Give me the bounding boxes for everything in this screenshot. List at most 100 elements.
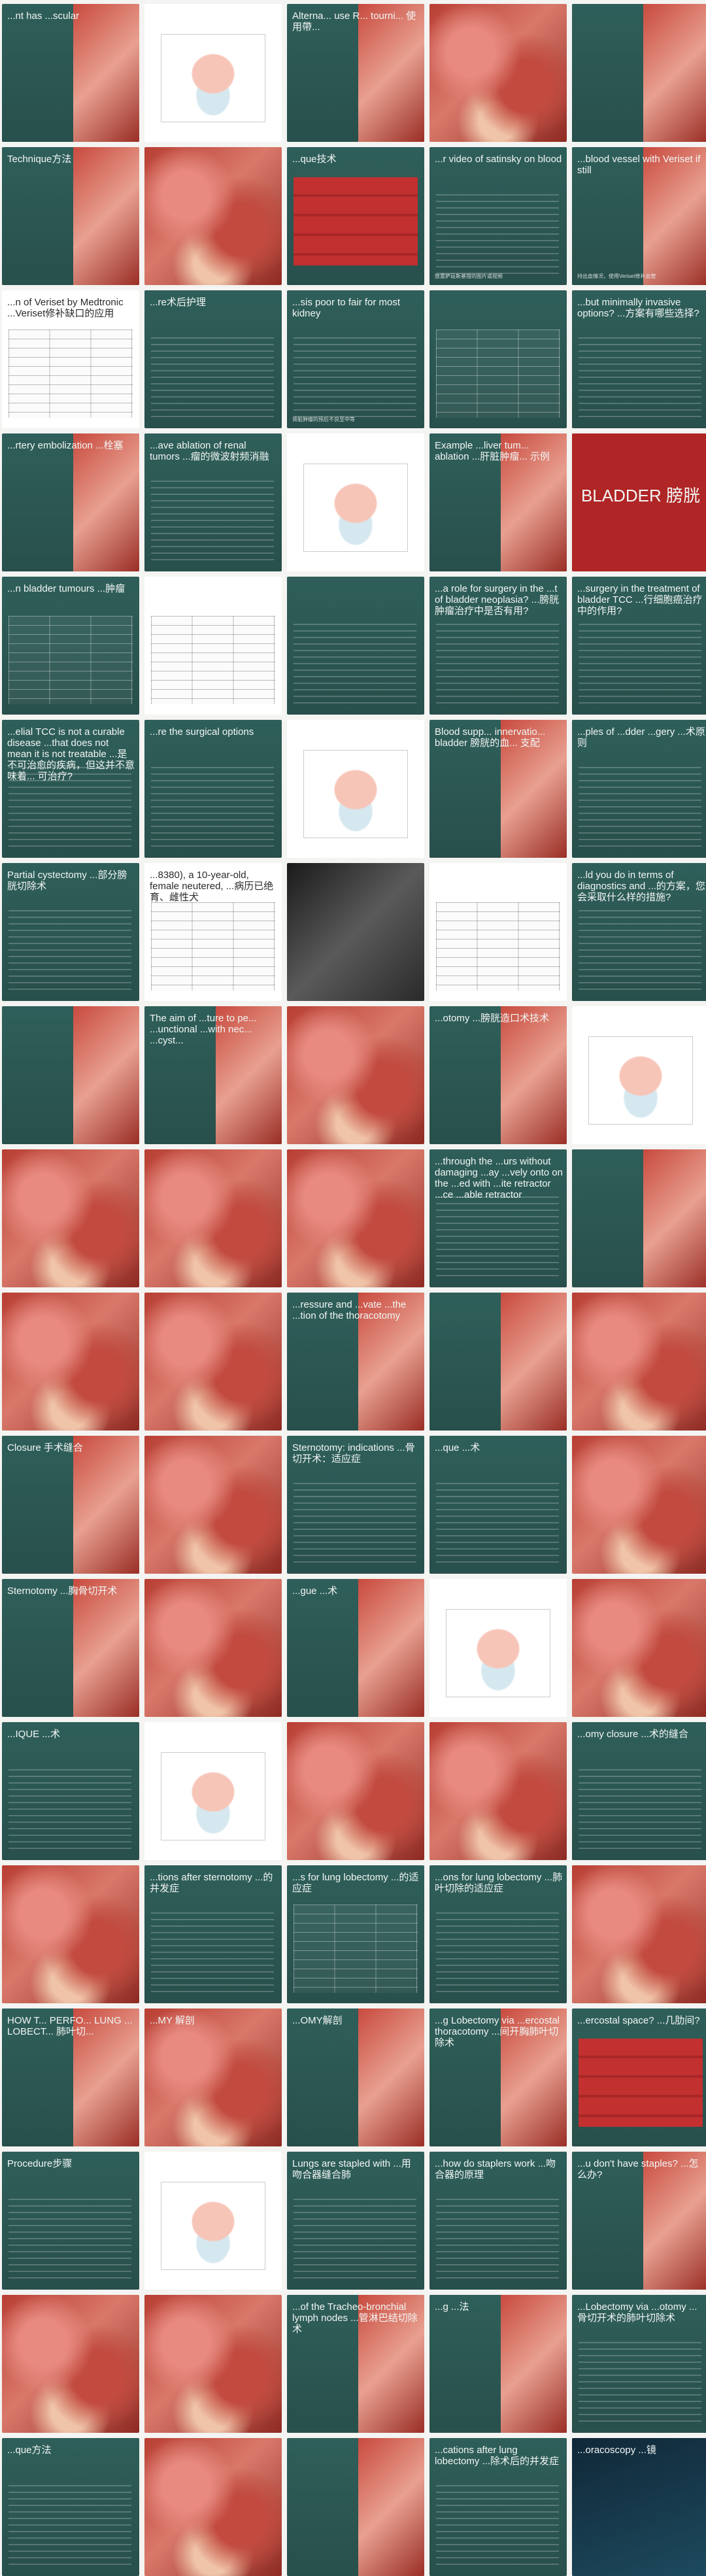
slide-thumbnail[interactable]: Procedure步骤 <box>2 2152 139 2290</box>
slide-thumbnail[interactable]: Sternotomy ...胸骨切开术 <box>2 1579 139 1717</box>
slide-thumbnail[interactable] <box>572 4 706 142</box>
slide-thumbnail[interactable]: ...but minimally invasive options? ...方案… <box>572 290 706 428</box>
slide-thumbnail[interactable]: ...que技术 <box>287 147 424 285</box>
slide-thumbnail[interactable]: ...MY 解剖 <box>144 2008 282 2146</box>
slide-diagram <box>303 750 408 839</box>
slide-thumbnail[interactable] <box>2 1293 139 1431</box>
slide-thumbnail[interactable] <box>144 2295 282 2433</box>
slide-thumbnail[interactable]: ...8380), a 10-year-old, female neutered… <box>144 863 282 1001</box>
slide-thumbnail[interactable] <box>429 4 567 142</box>
slide-thumbnail[interactable]: BLADDER 膀胱 <box>572 433 706 571</box>
slide-thumbnail[interactable]: ...r video of satinsky on blood 放置萨廷斯基钳的图… <box>429 147 567 285</box>
slide-thumbnail[interactable] <box>2 1006 139 1144</box>
slide-thumbnail[interactable]: ...ples of ...dder ...gery ...术原则 <box>572 720 706 858</box>
slide-thumbnail[interactable] <box>144 1579 282 1717</box>
slide-bullet-text <box>294 337 416 419</box>
slide-thumbnail[interactable]: Example ...liver tum... ablation ...肝脏肿瘤… <box>429 433 567 571</box>
slide-thumbnail[interactable] <box>572 1436 706 1574</box>
slide-thumbnail[interactable]: ...ons for lung lobectomy ...肺叶切除的适应症 <box>429 1865 567 2003</box>
slide-thumbnail[interactable]: ...OMY解剖 <box>287 2008 424 2146</box>
slide-thumbnail[interactable] <box>287 1722 424 1860</box>
slide-thumbnail[interactable]: ...sis poor to fair for most kidney 肾脏肿瘤的… <box>287 290 424 428</box>
slide-bullet-text <box>8 910 131 992</box>
slide-thumbnail[interactable] <box>2 2295 139 2433</box>
slide-thumbnail[interactable]: ...IQUE ...术 <box>2 1722 139 1860</box>
slide-thumbnail[interactable]: Sternotomy: indications ...骨切开术：适应症 <box>287 1436 424 1574</box>
slide-thumbnail[interactable]: ...blood vessel with Veriset if still 持出血… <box>572 147 706 285</box>
slide-thumbnail[interactable]: The aim of ...ture to pe... ...unctional… <box>144 1006 282 1144</box>
slide-thumbnail[interactable] <box>429 1579 567 1717</box>
slide-thumbnail[interactable]: ...gue ...术 <box>287 1579 424 1717</box>
slide-thumbnail[interactable] <box>572 1579 706 1717</box>
slide-thumbnail[interactable]: ...g Lobectomy via ...ercostal thoracoto… <box>429 2008 567 2146</box>
slide-thumbnail[interactable]: ...que ...术 <box>429 1436 567 1574</box>
slide-thumbnail[interactable] <box>287 577 424 715</box>
slide-thumbnail[interactable] <box>144 147 282 285</box>
slide-thumbnail[interactable] <box>287 1006 424 1144</box>
slide-thumbnail[interactable]: ...que方法 <box>2 2438 139 2576</box>
slide-thumbnail[interactable] <box>144 1293 282 1431</box>
slide-thumbnail[interactable] <box>287 863 424 1001</box>
slide-thumbnail[interactable] <box>144 1722 282 1860</box>
slide-thumbnail[interactable]: ...elial TCC is not a curable disease ..… <box>2 720 139 858</box>
slide-thumbnail[interactable] <box>144 1149 282 1287</box>
slide-thumbnail[interactable]: ...Lobectomy via ...otomy ...骨切开术的肺叶切除术 <box>572 2295 706 2433</box>
slide-thumbnail[interactable]: Alterna... use R... tourni... 使用帶... <box>287 4 424 142</box>
slide-thumbnail[interactable] <box>429 290 567 428</box>
slide-thumbnail[interactable]: ...surgery in the treatment of bladder T… <box>572 577 706 715</box>
slide-thumbnail[interactable]: ...ressure and ...vate ...the ...tion of… <box>287 1293 424 1431</box>
slide-thumbnail[interactable] <box>144 4 282 142</box>
slide-thumbnail[interactable]: ...nt has ...scular <box>2 4 139 142</box>
slide-title: ...sis poor to fair for most kidney <box>292 297 401 319</box>
slide-thumbnail[interactable] <box>287 2438 424 2576</box>
slide-thumbnail[interactable]: ...tions after sternotomy ...的并发症 <box>144 1865 282 2003</box>
slide-thumbnail[interactable] <box>144 2438 282 2576</box>
slide-thumbnail[interactable] <box>144 2152 282 2290</box>
slide-thumbnail[interactable] <box>429 1722 567 1860</box>
slide-thumbnail[interactable] <box>572 1149 706 1287</box>
slide-thumbnail[interactable] <box>144 577 282 715</box>
slide-thumbnail[interactable] <box>572 1293 706 1431</box>
slide-title: ...of the Tracheo-bronchial lymph nodes … <box>292 2301 418 2335</box>
slide-thumbnail[interactable]: ...through the ...urs without damaging .… <box>429 1149 567 1287</box>
slide-thumbnail[interactable]: ...n of Veriset by Medtronic ...Veriset修… <box>2 290 139 428</box>
slide-thumbnail[interactable]: ...s for lung lobectomy ...的适应症 <box>287 1865 424 2003</box>
slide-thumbnail[interactable]: Blood supp... innervatio... bladder 膀胱的血… <box>429 720 567 858</box>
slide-thumbnail[interactable]: ...cations after lung lobectomy ...除术后的并… <box>429 2438 567 2576</box>
slide-thumbnail-grid: ...nt has ...scular Alterna... use R... t… <box>0 0 706 2576</box>
slide-thumbnail[interactable]: ...re术后护理 <box>144 290 282 428</box>
slide-thumbnail[interactable]: Technique方法 <box>2 147 139 285</box>
slide-thumbnail[interactable]: ...re the surgical options <box>144 720 282 858</box>
slide-thumbnail[interactable]: ...of the Tracheo-bronchial lymph nodes … <box>287 2295 424 2433</box>
slide-title: Alterna... use R... tourni... 使用帶... <box>292 10 416 33</box>
slide-thumbnail[interactable] <box>287 1149 424 1287</box>
slide-thumbnail[interactable]: ...rtery embolization ...栓塞 <box>2 433 139 571</box>
slide-thumbnail[interactable]: Lungs are stapled with ...用吻合器缝合肺 <box>287 2152 424 2290</box>
slide-thumbnail[interactable] <box>2 1865 139 2003</box>
slide-thumbnail[interactable] <box>287 433 424 571</box>
slide-thumbnail[interactable]: ...oracoscopy ...镜 <box>572 2438 706 2576</box>
slide-thumbnail[interactable] <box>287 720 424 858</box>
slide-thumbnail[interactable]: ...otomy ...膀胱造口术技术 <box>429 1006 567 1144</box>
slide-thumbnail[interactable]: ...how do staplers work ...吻合器的原理 <box>429 2152 567 2290</box>
slide-thumbnail[interactable]: HOW T... PERFO... LUNG ... LOBECT... 肺叶切… <box>2 2008 139 2146</box>
slide-thumbnail[interactable] <box>572 1006 706 1144</box>
slide-thumbnail[interactable] <box>572 1865 706 2003</box>
slide-thumbnail[interactable] <box>144 1436 282 1574</box>
slide-thumbnail[interactable]: ...n bladder tumours ...肿瘤 <box>2 577 139 715</box>
slide-thumbnail[interactable] <box>429 863 567 1001</box>
slide-thumbnail[interactable]: ...a role for surgery in the ...t of bla… <box>429 577 567 715</box>
slide-thumbnail[interactable]: ...ave ablation of renal tumors ...瘤的微波射… <box>144 433 282 571</box>
slide-thumbnail[interactable] <box>429 1293 567 1431</box>
slide-thumbnail[interactable] <box>2 1149 139 1287</box>
slide-thumbnail[interactable]: ...ld you do in terms of diagnostics and… <box>572 863 706 1001</box>
slide-title: Sternotomy ...胸骨切开术 <box>7 1585 118 1597</box>
slide-thumbnail[interactable]: Closure 手术缝合 <box>2 1436 139 1574</box>
slide-thumbnail[interactable]: Partial cystectomy ...部分膀胱切除术 <box>2 863 139 1001</box>
slide-thumbnail[interactable]: ...u don't have staples? ...怎么办? <box>572 2152 706 2290</box>
slide-thumbnail[interactable]: ...omy closure ...术的缝合 <box>572 1722 706 1860</box>
slide-thumbnail[interactable]: ...ercostal space? ...几肋间? <box>572 2008 706 2146</box>
slide-title: ...n of Veriset by Medtronic ...Veriset修… <box>7 297 124 319</box>
slide-thumbnail[interactable]: ...g ...法 <box>429 2295 567 2433</box>
slide-bullet-text <box>579 337 701 419</box>
